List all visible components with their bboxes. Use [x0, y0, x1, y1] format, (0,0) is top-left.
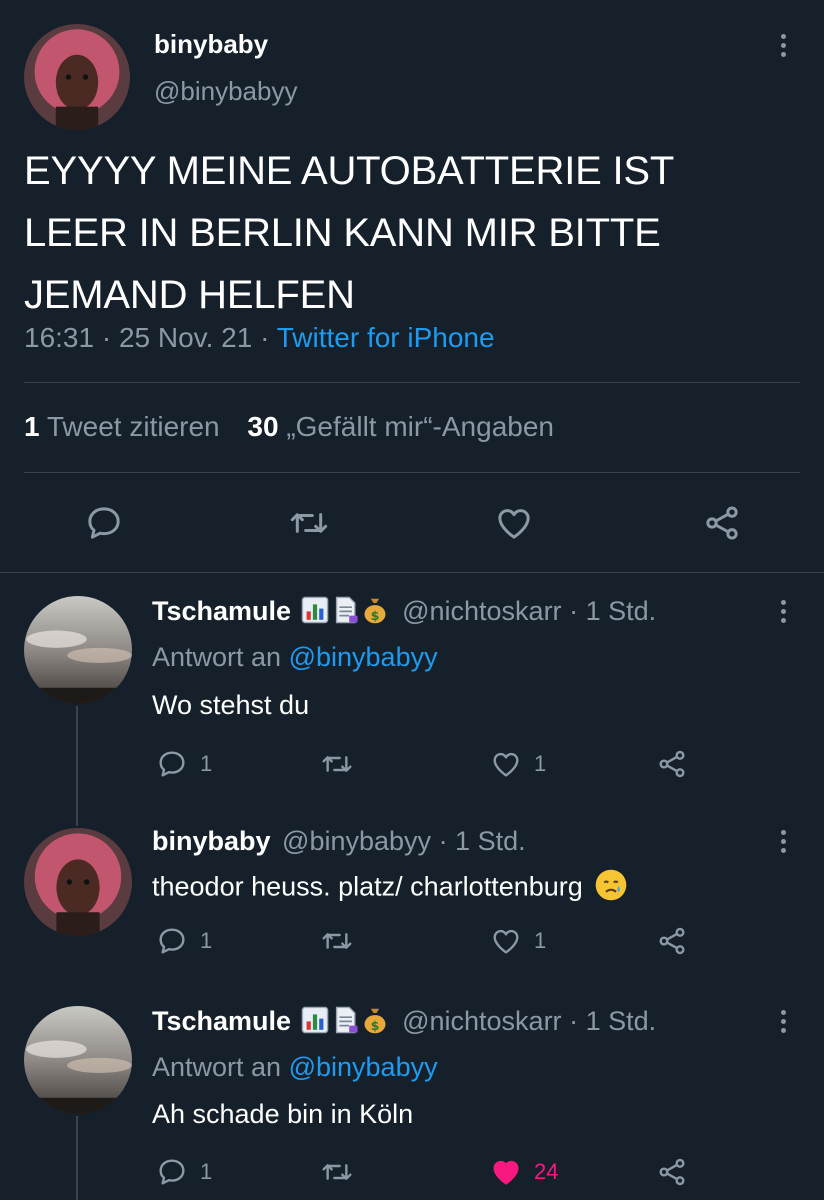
reply-header: Tschamule $ @nichtoskarr · 1 Std.	[152, 1006, 656, 1041]
avatar[interactable]	[24, 828, 132, 936]
reply-to-label: Antwort an	[152, 642, 282, 672]
avatar[interactable]	[24, 1006, 132, 1114]
likes-count: 30	[247, 411, 279, 442]
reply-header: Tschamule $ @nichtoskarr · 1 Std.	[152, 596, 656, 631]
reply-text: theodor heuss. platz/ charlottenburg	[152, 868, 628, 909]
chart-emoji-icon	[301, 596, 329, 631]
author-name[interactable]: Tschamule	[152, 596, 291, 626]
tweet-text-line: JEMAND HELFEN	[24, 273, 355, 317]
reply-to-label: Antwort an	[152, 1052, 282, 1082]
liked-heart-icon	[490, 1156, 522, 1188]
tweet-source[interactable]: Twitter for iPhone	[277, 322, 495, 353]
reply-text: Wo stehst du	[152, 690, 310, 720]
tweet-date[interactable]: 25 Nov. 21	[119, 322, 252, 353]
like-action[interactable]: 1	[490, 748, 546, 780]
reply-time[interactable]: · 1 Std.	[439, 826, 526, 856]
tweet-text-line: LEER IN BERLIN KANN MIR BITTE	[24, 211, 661, 255]
share-icon[interactable]	[656, 748, 688, 780]
reply-header: binybaby @binybabyy · 1 Std.	[152, 826, 526, 857]
quotes-stat[interactable]: 1 Tweet zitieren	[24, 411, 227, 442]
reply-to-handle[interactable]: @binybabyy	[289, 642, 438, 672]
more-icon[interactable]	[781, 600, 789, 627]
reply-text: Ah schade bin in Köln	[152, 1099, 414, 1129]
bio-emojis: $	[301, 596, 389, 631]
svg-text:$: $	[370, 608, 379, 623]
tweet-time[interactable]: 16:31	[24, 322, 94, 353]
likes-stat[interactable]: 30 „Gefällt mir“-Angaben	[247, 411, 554, 442]
thread-line	[76, 706, 78, 826]
meta-separator: ·	[260, 322, 270, 353]
bio-emojis: $	[301, 1006, 389, 1041]
like-count: 1	[534, 751, 547, 776]
tweet-text-line: EYYYY MEINE AUTOBATTERIE IST	[24, 149, 675, 193]
reply-to: Antwort an @binybabyy	[152, 642, 438, 673]
like-icon[interactable]	[494, 503, 534, 543]
share-icon[interactable]	[656, 925, 688, 957]
disappointed-relieved-emoji-icon	[594, 868, 628, 909]
money-bag-emoji-icon: $	[361, 596, 389, 631]
money-bag-emoji-icon: $	[361, 1006, 389, 1041]
reply-text-content: theodor heuss. platz/ charlottenburg	[152, 871, 583, 902]
reply-to-handle[interactable]: @binybabyy	[289, 1052, 438, 1082]
like-icon	[490, 925, 522, 957]
reply-icon	[156, 1156, 188, 1188]
reply-count: 1	[200, 1159, 213, 1184]
reply-icon[interactable]	[84, 503, 124, 543]
divider	[24, 382, 800, 383]
reply-action[interactable]: 1	[156, 925, 212, 957]
like-icon	[490, 748, 522, 780]
avatar[interactable]	[24, 24, 130, 130]
like-action[interactable]: 24	[490, 1156, 558, 1188]
reply-time[interactable]: · 1 Std.	[569, 1006, 656, 1036]
author-handle[interactable]: @binybabyy	[154, 76, 297, 107]
tweet-stats: 1 Tweet zitieren 30 „Gefällt mir“-Angabe…	[24, 411, 554, 443]
reply-to: Antwort an @binybabyy	[152, 1052, 438, 1083]
retweet-icon[interactable]	[320, 925, 354, 957]
author-handle[interactable]: @nichtoskarr	[402, 596, 561, 626]
chart-emoji-icon	[301, 1006, 329, 1041]
author-name[interactable]: binybaby	[154, 29, 268, 60]
author-handle[interactable]: @binybabyy	[282, 826, 431, 856]
more-icon[interactable]	[781, 830, 789, 857]
reply-time[interactable]: · 1 Std.	[569, 596, 656, 626]
document-emoji-icon	[331, 1006, 359, 1041]
quotes-count: 1	[24, 411, 40, 442]
divider	[0, 572, 824, 573]
document-emoji-icon	[331, 596, 359, 631]
more-icon[interactable]	[781, 34, 789, 61]
tweet-text: EYYYY MEINE AUTOBATTERIE IST LEER IN BER…	[24, 140, 674, 326]
share-icon[interactable]	[702, 503, 742, 543]
more-icon[interactable]	[781, 1010, 789, 1037]
author-name[interactable]: Tschamule	[152, 1006, 291, 1036]
reply-icon	[156, 925, 188, 957]
tweet-meta: 16:31 · 25 Nov. 21 · Twitter for iPhone	[24, 322, 495, 354]
author-handle[interactable]: @nichtoskarr	[402, 1006, 561, 1036]
like-count: 24	[534, 1159, 559, 1184]
retweet-icon[interactable]	[320, 1156, 354, 1188]
reply-action[interactable]: 1	[156, 748, 212, 780]
retweet-icon[interactable]	[288, 503, 330, 543]
like-action[interactable]: 1	[490, 925, 546, 957]
likes-label: „Gefällt mir“-Angaben	[286, 411, 554, 442]
meta-separator: ·	[101, 322, 112, 353]
reply-icon	[156, 748, 188, 780]
svg-text:$: $	[370, 1018, 379, 1033]
divider	[24, 472, 800, 473]
thread-line	[76, 1116, 78, 1200]
author-name[interactable]: binybaby	[152, 826, 271, 856]
retweet-icon[interactable]	[320, 748, 354, 780]
quotes-label: Tweet zitieren	[46, 411, 220, 442]
reply-count: 1	[200, 928, 213, 953]
avatar[interactable]	[24, 596, 132, 704]
like-count: 1	[534, 928, 547, 953]
share-icon[interactable]	[656, 1156, 688, 1188]
reply-action[interactable]: 1	[156, 1156, 212, 1188]
reply-count: 1	[200, 751, 213, 776]
